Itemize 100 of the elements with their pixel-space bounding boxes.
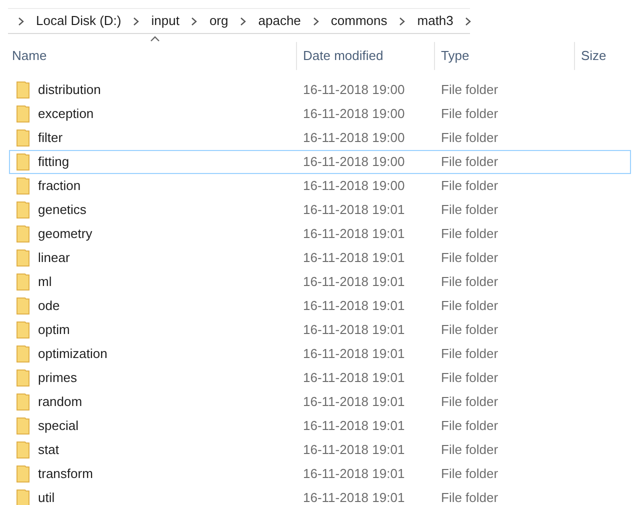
date-modified: 16-11-2018 19:01 <box>303 489 406 505</box>
file-row[interactable]: linear 16-11-2018 19:01 File folder <box>9 246 631 270</box>
date-modified: 16-11-2018 19:01 <box>303 201 406 220</box>
file-row[interactable]: optimization 16-11-2018 19:01 File folder <box>9 342 631 366</box>
file-type: File folder <box>441 225 498 244</box>
folder-icon <box>16 177 30 195</box>
file-type: File folder <box>441 81 498 100</box>
date-modified: 16-11-2018 19:01 <box>303 393 406 412</box>
file-row[interactable]: optim 16-11-2018 19:01 File folder <box>9 318 631 342</box>
file-name: optimization <box>38 345 108 364</box>
file-row[interactable]: primes 16-11-2018 19:01 File folder <box>9 366 631 390</box>
breadcrumb-item[interactable]: math3 <box>417 11 454 31</box>
file-type: File folder <box>441 273 498 292</box>
file-row[interactable]: random 16-11-2018 19:01 File folder <box>9 390 631 414</box>
column-header[interactable]: Name <box>12 46 47 66</box>
folder-icon <box>16 465 30 483</box>
file-name: random <box>38 393 82 412</box>
folder-icon <box>16 81 30 99</box>
file-row[interactable]: ode 16-11-2018 19:01 File folder <box>9 294 631 318</box>
file-row[interactable]: fitting 16-11-2018 19:00 File folder <box>9 150 631 174</box>
date-modified: 16-11-2018 19:00 <box>303 81 406 100</box>
chevron-icon[interactable] <box>133 16 140 26</box>
file-row[interactable]: filter 16-11-2018 19:00 File folder <box>9 126 631 150</box>
file-type: File folder <box>441 345 498 364</box>
date-modified: 16-11-2018 19:01 <box>303 441 406 460</box>
chevron-icon[interactable] <box>191 16 198 26</box>
file-name: special <box>38 417 78 436</box>
breadcrumb-item[interactable]: apache <box>258 11 301 31</box>
file-row[interactable]: distribution 16-11-2018 19:00 File folder <box>9 78 631 102</box>
chevron-icon[interactable] <box>240 16 246 26</box>
date-modified: 16-11-2018 19:01 <box>303 249 406 268</box>
file-name: util <box>38 489 55 505</box>
folder-icon <box>16 249 30 267</box>
file-row[interactable]: ml 16-11-2018 19:01 File folder <box>9 270 631 294</box>
date-modified: 16-11-2018 19:01 <box>303 369 406 388</box>
breadcrumb-item[interactable]: org <box>209 11 228 31</box>
folder-icon <box>16 153 30 171</box>
file-type: File folder <box>441 465 498 484</box>
breadcrumb-item[interactable]: input <box>151 11 180 31</box>
file-row[interactable]: transform 16-11-2018 19:01 File folder <box>9 462 631 486</box>
date-modified: 16-11-2018 19:00 <box>303 105 406 124</box>
chevron-icon[interactable] <box>18 16 24 26</box>
file-row[interactable]: stat 16-11-2018 19:01 File folder <box>9 438 631 462</box>
file-type: File folder <box>441 249 498 268</box>
date-modified: 16-11-2018 19:00 <box>303 129 406 148</box>
date-modified: 16-11-2018 19:01 <box>303 345 406 364</box>
file-row[interactable]: genetics 16-11-2018 19:01 File folder <box>9 198 631 222</box>
column-header[interactable]: Type <box>441 46 470 66</box>
file-type: File folder <box>441 105 498 124</box>
file-type: File folder <box>441 297 498 316</box>
file-name: optim <box>38 321 70 340</box>
folder-icon <box>16 273 30 291</box>
folder-icon <box>16 369 30 387</box>
folder-icon <box>16 489 30 505</box>
file-name: filter <box>38 129 63 148</box>
date-modified: 16-11-2018 19:01 <box>303 273 406 292</box>
file-name: fraction <box>38 177 81 196</box>
file-type: File folder <box>441 489 498 505</box>
date-modified: 16-11-2018 19:01 <box>303 321 406 340</box>
file-name: genetics <box>38 201 86 220</box>
file-name: exception <box>38 105 94 124</box>
file-name: ml <box>38 273 52 292</box>
chevron-icon[interactable] <box>465 16 472 26</box>
folder-icon <box>16 225 30 243</box>
chevron-icon[interactable] <box>312 16 319 26</box>
file-row[interactable]: exception 16-11-2018 19:00 File folder <box>9 102 631 126</box>
folder-icon <box>16 105 30 123</box>
date-modified: 16-11-2018 19:01 <box>303 225 406 244</box>
folder-icon <box>16 441 30 459</box>
file-row[interactable]: fraction 16-11-2018 19:00 File folder <box>9 174 631 198</box>
file-type: File folder <box>441 441 498 460</box>
file-name: primes <box>38 369 78 388</box>
folder-icon <box>16 345 30 363</box>
folder-icon <box>16 297 30 315</box>
file-type: File folder <box>441 393 498 412</box>
file-row[interactable]: geometry 16-11-2018 19:01 File folder <box>9 222 631 246</box>
file-row[interactable]: util 16-11-2018 19:01 File folder <box>9 486 631 505</box>
file-type: File folder <box>441 321 498 340</box>
date-modified: 16-11-2018 19:00 <box>303 153 406 172</box>
file-type: File folder <box>441 129 498 148</box>
breadcrumb-item[interactable]: Local Disk (D:) <box>36 11 122 31</box>
column-header[interactable]: Size <box>581 46 606 66</box>
file-name: distribution <box>38 81 101 100</box>
address-bar[interactable]: Local Disk (D:) input org apache commons math3 <box>8 8 470 34</box>
folder-icon <box>16 201 30 219</box>
folder-icon <box>16 417 30 435</box>
file-name: stat <box>38 441 59 460</box>
file-row[interactable]: special 16-11-2018 19:01 File folder <box>9 414 631 438</box>
column-header[interactable]: Date modified <box>303 46 384 66</box>
breadcrumb-item[interactable]: commons <box>330 11 388 31</box>
date-modified: 16-11-2018 19:01 <box>303 417 406 436</box>
file-type: File folder <box>441 177 498 196</box>
file-name: linear <box>38 249 70 268</box>
chevron-icon[interactable] <box>399 16 406 26</box>
file-type: File folder <box>441 369 498 388</box>
file-name: transform <box>38 465 93 484</box>
file-type: File folder <box>441 153 498 172</box>
folder-icon <box>16 321 30 339</box>
date-modified: 16-11-2018 19:01 <box>303 297 406 316</box>
folder-icon <box>16 393 30 411</box>
